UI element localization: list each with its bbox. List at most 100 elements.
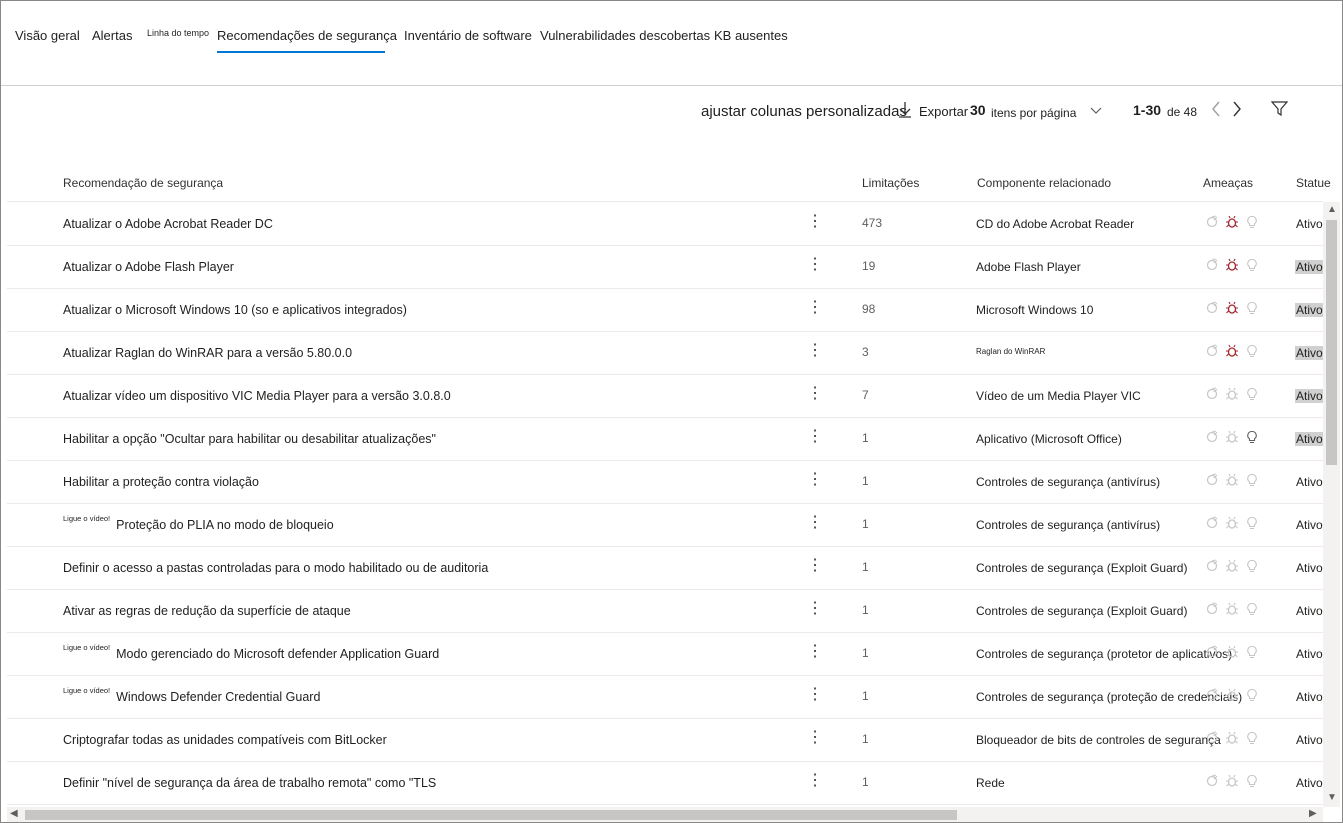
recommendation-name[interactable]: Definir o acesso a pastas controladas pa… xyxy=(63,561,488,575)
limitations-count: 1 xyxy=(862,775,869,789)
recommendation-name[interactable]: Ligue o vídeo! Proteção do PLIA no modo d… xyxy=(63,514,334,532)
threat-indicators xyxy=(1203,301,1263,317)
more-options-icon[interactable]: ⋮ xyxy=(807,340,823,360)
more-options-icon[interactable]: ⋮ xyxy=(807,426,823,446)
table-row[interactable]: Definir o acesso a pastas controladas pa… xyxy=(7,546,1323,590)
video-tag: Ligue o vídeo! xyxy=(63,686,111,695)
recommendation-name[interactable]: Criptografar todas as unidades compatíve… xyxy=(63,733,387,747)
tab-security-recommendations[interactable]: Recomendações de segurança xyxy=(217,28,397,43)
recommendation-name[interactable]: Definir "nível de segurança da área de t… xyxy=(63,776,436,790)
next-page-icon[interactable] xyxy=(1230,99,1244,119)
table-row[interactable]: Atualizar o Microsoft Windows 10 (so e a… xyxy=(7,288,1324,332)
tab-alerts[interactable]: Alertas xyxy=(92,28,132,43)
download-icon[interactable] xyxy=(897,99,913,119)
recommendation-text: Atualizar o Adobe Acrobat Reader DC xyxy=(63,217,273,231)
scroll-right-icon[interactable]: ▶ xyxy=(1309,808,1317,819)
filter-icon[interactable] xyxy=(1270,100,1289,117)
recommendation-name[interactable]: Atualizar o Microsoft Windows 10 (so e a… xyxy=(63,303,407,317)
more-options-icon[interactable]: ⋮ xyxy=(807,727,823,747)
horizontal-scroll-thumb[interactable] xyxy=(25,810,957,820)
bug-icon xyxy=(1226,215,1238,228)
horizontal-scrollbar[interactable]: ◀ ▶ xyxy=(7,807,1323,822)
more-options-icon[interactable]: ⋮ xyxy=(807,297,823,317)
recommendation-name[interactable]: Atualizar Raglan do WinRAR para a versão… xyxy=(63,346,352,360)
recommendation-text: Habilitar a proteção contra violação xyxy=(63,475,259,489)
recommendation-name[interactable]: Atualizar vídeo um dispositivo VIC Media… xyxy=(63,389,451,403)
exploit-icon xyxy=(1206,215,1218,228)
more-options-icon[interactable]: ⋮ xyxy=(807,598,823,618)
table-row[interactable]: Definir "nível de segurança da área de t… xyxy=(7,761,1323,805)
status-badge: Ativo xyxy=(1296,518,1323,532)
status-badge: Ativo xyxy=(1296,733,1323,747)
tab-overview[interactable]: Visão geral xyxy=(15,28,80,43)
limitations-count: 19 xyxy=(862,259,876,273)
column-header-component[interactable]: Componente relacionado xyxy=(977,176,1111,190)
table-row[interactable]: Atualizar o Adobe Acrobat Reader DC ⋮ 473 C… xyxy=(7,202,1323,246)
column-header-threats[interactable]: Ameaças xyxy=(1203,176,1253,190)
vertical-scrollbar[interactable]: ▲ ▼ xyxy=(1323,202,1340,807)
more-options-icon[interactable]: ⋮ xyxy=(807,211,823,231)
lightbulb-icon xyxy=(1247,645,1257,659)
toolbar: ajustar colunas personalizadas Exportar … xyxy=(1,97,1342,127)
table-row[interactable]: Ativar as regras de redução da superfíci… xyxy=(7,589,1323,633)
table-row[interactable]: Atualizar Raglan do WinRAR para a versão… xyxy=(7,331,1324,375)
related-component: Controles de segurança (Exploit Guard) xyxy=(976,561,1188,575)
exploit-icon xyxy=(1206,344,1218,357)
previous-page-icon[interactable] xyxy=(1209,99,1223,119)
scroll-up-icon[interactable]: ▲ xyxy=(1327,204,1337,215)
limitations-count: 1 xyxy=(862,474,869,488)
recommendation-name[interactable]: Atualizar o Adobe Acrobat Reader DC xyxy=(63,217,273,231)
more-options-icon[interactable]: ⋮ xyxy=(807,684,823,704)
more-options-icon[interactable]: ⋮ xyxy=(807,383,823,403)
export-button[interactable]: Exportar xyxy=(919,104,968,119)
more-options-icon[interactable]: ⋮ xyxy=(807,469,823,489)
scroll-left-icon[interactable]: ◀ xyxy=(10,808,18,819)
more-options-icon[interactable]: ⋮ xyxy=(807,254,823,274)
table-row[interactable]: Atualizar vídeo um dispositivo VIC Media… xyxy=(7,374,1324,418)
threat-indicators xyxy=(1203,602,1263,618)
threat-indicators xyxy=(1203,473,1263,489)
table-row[interactable]: Atualizar o Adobe Flash Player ⋮ 19 Adobe F… xyxy=(7,245,1324,289)
table-row[interactable]: Habilitar a proteção contra violação ⋮ 1 Co… xyxy=(7,460,1323,504)
table-row[interactable]: Ligue o vídeo! Modo gerenciado do Microso… xyxy=(7,632,1323,676)
exploit-icon xyxy=(1206,774,1218,787)
active-tab-indicator xyxy=(217,51,385,53)
recommendation-name[interactable]: Ligue o vídeo! Modo gerenciado do Microso… xyxy=(63,643,439,661)
recommendation-name[interactable]: Habilitar a proteção contra violação xyxy=(63,475,259,489)
status-badge: Ativo xyxy=(1296,217,1323,231)
recommendation-text: Atualizar Raglan do WinRAR para a versão… xyxy=(63,346,353,360)
more-options-icon[interactable]: ⋮ xyxy=(807,555,823,575)
recommendation-name[interactable]: Habilitar a opção "Ocultar para habilita… xyxy=(63,432,436,446)
tab-discovered-vulnerabilities[interactable]: Vulnerabilidades descobertas xyxy=(540,28,710,43)
more-options-icon[interactable]: ⋮ xyxy=(807,770,823,790)
column-header-limitations[interactable]: Limitações xyxy=(862,176,919,190)
recommendation-name[interactable]: Atualizar o Adobe Flash Player xyxy=(63,260,234,274)
recommendation-text: Habilitar a opção "Ocultar para habilita… xyxy=(63,432,436,446)
column-header-recommendation[interactable]: Recomendação de segurança xyxy=(63,176,223,190)
vertical-scroll-thumb[interactable] xyxy=(1326,220,1337,465)
related-component: Microsoft Windows 10 xyxy=(976,303,1094,317)
chevron-down-icon[interactable] xyxy=(1089,103,1103,117)
more-options-icon[interactable]: ⋮ xyxy=(807,641,823,661)
video-tag: Ligue o vídeo! xyxy=(63,514,111,523)
table-row[interactable]: Ligue o vídeo! Proteção do PLIA no modo d… xyxy=(7,503,1323,547)
table-row[interactable]: Ligue o vídeo! Windows Defender Credentia… xyxy=(7,675,1323,719)
table-row[interactable]: Habilitar a opção "Ocultar para habilita… xyxy=(7,417,1324,461)
lightbulb-icon xyxy=(1247,344,1257,358)
tab-timeline[interactable]: Linha do tempo xyxy=(147,28,209,38)
scroll-down-icon[interactable]: ▼ xyxy=(1327,792,1337,803)
recommendation-name[interactable]: Ligue o vídeo! Windows Defender Credentia… xyxy=(63,686,320,704)
tab-software-inventory[interactable]: Inventário de software xyxy=(404,28,532,43)
limitations-count: 7 xyxy=(862,388,869,402)
lightbulb-icon xyxy=(1247,688,1257,702)
threat-indicators xyxy=(1203,344,1263,360)
column-header-status[interactable]: Statue xyxy=(1296,176,1331,190)
tab-missing-kbs[interactable]: KB ausentes xyxy=(714,28,788,43)
table-row[interactable]: Criptografar todas as unidades compatíve… xyxy=(7,718,1323,762)
lightbulb-icon xyxy=(1247,215,1257,229)
recommendation-name[interactable]: Ativar as regras de redução da superfíci… xyxy=(63,604,351,618)
items-per-page-count[interactable]: 30 xyxy=(970,102,986,118)
customize-columns-button[interactable]: ajustar colunas personalizadas xyxy=(701,103,907,120)
recommendation-text: Definir o acesso a pastas controladas pa… xyxy=(63,561,489,575)
more-options-icon[interactable]: ⋮ xyxy=(807,512,823,532)
